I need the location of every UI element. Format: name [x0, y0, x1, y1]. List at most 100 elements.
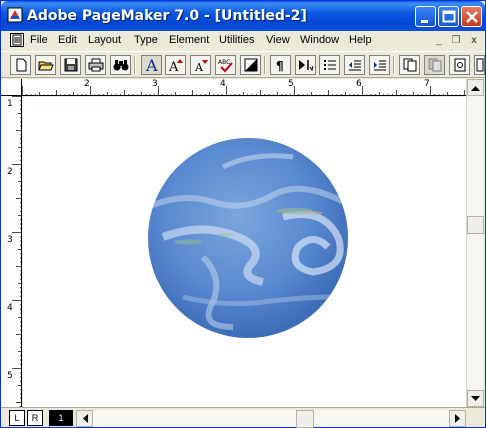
menu-window[interactable]: Window: [300, 34, 339, 46]
open-folder-icon: [37, 61, 54, 71]
decrease-indent-button[interactable]: [344, 55, 365, 75]
view-button[interactable]: [449, 55, 470, 75]
indent-button[interactable]: [295, 55, 316, 75]
document-control-icon[interactable]: [10, 33, 24, 47]
open-button[interactable]: [35, 55, 56, 75]
size-grip[interactable]: [467, 410, 483, 427]
font-increase-icon: A: [168, 59, 183, 73]
ruler-label: 6: [356, 79, 362, 89]
mdi-restore-button[interactable]: ❐: [449, 34, 463, 47]
planet-globe-image[interactable]: [23, 97, 466, 407]
indent-icon: [373, 60, 386, 71]
copy-page-button[interactable]: [399, 55, 420, 75]
new-button[interactable]: [10, 55, 31, 75]
arrow-up-icon: [471, 85, 480, 91]
font-decrease-icon: A: [194, 60, 208, 73]
right-master-page-tab[interactable]: R: [27, 410, 43, 426]
menu-view[interactable]: View: [266, 34, 290, 46]
maximize-button[interactable]: [438, 6, 459, 27]
menu-file[interactable]: File: [30, 34, 48, 46]
font-increase-button[interactable]: A: [165, 55, 186, 75]
svg-text:A: A: [194, 61, 204, 73]
more-button[interactable]: [474, 55, 485, 75]
text-a-icon: A: [145, 57, 158, 73]
svg-text:ABC: ABC: [218, 59, 230, 66]
menu-layout[interactable]: Layout: [88, 34, 121, 46]
toolbar-separator: [264, 56, 266, 74]
ruler-label: 7: [424, 79, 430, 89]
spell-check-icon: ABC: [218, 59, 233, 73]
binoculars-icon: [113, 60, 128, 71]
new-document-icon: [16, 58, 26, 72]
vertical-ruler[interactable]: 1 2 3 4 5: [1, 96, 22, 407]
increase-indent-button[interactable]: [369, 55, 390, 75]
close-button[interactable]: [461, 6, 482, 27]
scroll-up-button[interactable]: [467, 79, 484, 96]
print-button[interactable]: [85, 55, 106, 75]
scroll-right-button[interactable]: [449, 410, 466, 427]
title-bar[interactable]: Adobe PageMaker 7.0 - [Untitled-2]: [1, 1, 485, 31]
copy-page-icon: [403, 58, 416, 72]
minimize-icon: [421, 20, 428, 23]
pagemaker-app-icon[interactable]: [7, 7, 23, 23]
close-icon: [466, 11, 478, 23]
save-button[interactable]: [60, 55, 81, 75]
font-decrease-button[interactable]: A: [190, 55, 211, 75]
ruler-label: 2: [84, 79, 90, 89]
find-button[interactable]: [110, 55, 131, 75]
app-window: Adobe PageMaker 7.0 - [Untitled-2] File …: [0, 0, 486, 428]
scroll-left-button[interactable]: [76, 410, 93, 427]
document-icon: [12, 34, 22, 46]
more-icon: [476, 58, 483, 72]
menu-type[interactable]: Type: [134, 34, 158, 46]
spell-check-button[interactable]: ABC: [215, 55, 236, 75]
menu-edit[interactable]: Edit: [58, 34, 77, 46]
page-1-tab[interactable]: 1: [49, 410, 73, 426]
menu-element[interactable]: Element: [169, 34, 209, 46]
text-frame-button[interactable]: A: [141, 55, 162, 75]
toolbar: A A A ABC ¶: [1, 51, 485, 78]
arrow-left-icon: [82, 414, 88, 423]
ruler-origin[interactable]: [1, 79, 22, 96]
ruler-label: 2: [7, 167, 13, 177]
ruler-label: 3: [7, 235, 13, 245]
bullet-list-icon: [323, 60, 336, 70]
arrow-right-icon: [454, 414, 460, 423]
minimize-button[interactable]: [415, 6, 436, 27]
toolbar-separator: [393, 56, 395, 74]
vertical-scrollbar[interactable]: [466, 79, 484, 407]
svg-text:A: A: [168, 60, 179, 73]
mdi-close-button[interactable]: x: [467, 34, 481, 47]
page-bar: L R 1: [1, 407, 485, 428]
svg-text:A: A: [145, 57, 158, 73]
ruler-label: 3: [152, 79, 158, 89]
paste-page-icon: [428, 58, 441, 72]
arrow-down-icon: [471, 395, 480, 401]
save-disk-icon: [64, 58, 77, 72]
ruler-label: 4: [220, 79, 226, 89]
menu-bar: File Edit Layout Type Element Utilities …: [1, 31, 485, 50]
toolbar-separator: [134, 56, 136, 74]
printer-icon: [88, 58, 103, 72]
left-master-page-tab[interactable]: L: [9, 410, 25, 426]
menu-help[interactable]: Help: [349, 34, 372, 46]
scroll-down-button[interactable]: [467, 390, 484, 407]
bullets-button[interactable]: [319, 55, 340, 75]
horizontal-ruler[interactable]: 2 3 4 5 6 7: [22, 79, 466, 96]
mdi-minimize-button[interactable]: _: [432, 34, 446, 47]
paste-page-button[interactable]: [424, 55, 445, 75]
ruler-label: 5: [288, 79, 294, 89]
ruler-label: 5: [7, 371, 13, 381]
paragraph-button[interactable]: ¶: [270, 55, 291, 75]
menu-utilities[interactable]: Utilities: [219, 34, 254, 46]
fill-button[interactable]: [240, 55, 261, 75]
outdent-icon: [348, 60, 361, 71]
vertical-scroll-thumb[interactable]: [467, 216, 484, 234]
horizontal-scroll-thumb[interactable]: [296, 410, 314, 428]
maximize-icon: [442, 10, 456, 23]
horizontal-scrollbar[interactable]: [76, 410, 466, 428]
indent-tab-icon: [298, 60, 313, 72]
page-view-icon: [454, 58, 465, 72]
document-canvas[interactable]: [23, 97, 466, 407]
ruler-label: 4: [7, 303, 13, 313]
